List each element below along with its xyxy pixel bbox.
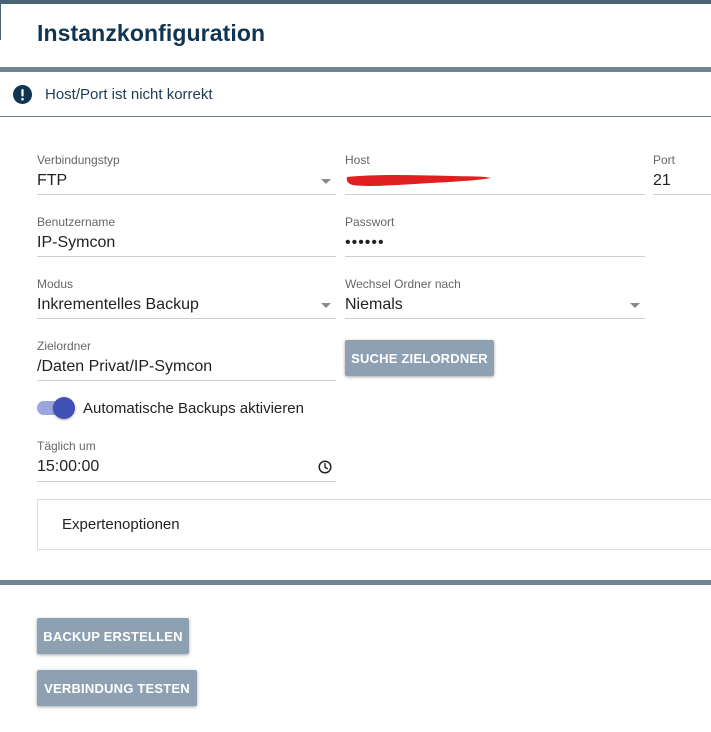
passwort-value: ••••••	[345, 234, 385, 251]
clock-icon[interactable]	[318, 460, 332, 474]
taeglich-value: 15:00:00	[37, 458, 100, 475]
expertenoptionen-panel[interactable]: Expertenoptionen	[37, 499, 711, 550]
benutzername-field[interactable]: Benutzername IP-Symcon	[37, 215, 336, 257]
alert-divider	[0, 116, 711, 117]
chevron-down-icon	[321, 303, 331, 308]
redaction-mark	[346, 175, 491, 186]
taeglich-label: Täglich um	[37, 439, 96, 453]
verbindungstyp-value: FTP	[37, 172, 68, 189]
passwort-label: Passwort	[345, 215, 395, 229]
verbindung-testen-button[interactable]: VERBINDUNG TESTEN	[37, 670, 197, 706]
verbindungstyp-label: Verbindungstyp	[37, 153, 120, 167]
host-label: Host	[345, 153, 370, 167]
wechsel-ordner-select[interactable]: Wechsel Ordner nach Niemals	[345, 277, 645, 319]
port-value: 21	[653, 172, 671, 189]
toggle-knob[interactable]	[53, 397, 75, 419]
chevron-down-icon	[321, 179, 331, 184]
benutzername-label: Benutzername	[37, 215, 116, 229]
top-border	[0, 0, 711, 4]
chevron-down-icon	[630, 303, 640, 308]
backup-erstellen-button[interactable]: BACKUP ERSTELLEN	[37, 618, 189, 654]
benutzername-value: IP-Symcon	[37, 234, 116, 251]
exclamation-icon	[13, 85, 32, 104]
alert-message: Host/Port ist nicht korrekt	[45, 86, 213, 103]
header-divider	[0, 67, 711, 72]
port-label: Port	[653, 153, 676, 167]
wechsel-value: Niemals	[345, 296, 403, 313]
port-field[interactable]: Port 21	[653, 153, 711, 195]
modus-value: Inkrementelles Backup	[37, 296, 199, 313]
zielordner-label: Zielordner	[37, 339, 92, 353]
auto-backup-label: Automatische Backups aktivieren	[83, 400, 304, 417]
actions-divider	[0, 580, 711, 585]
modus-label: Modus	[37, 277, 74, 291]
taeglich-time-field[interactable]: Täglich um 15:00:00	[37, 439, 336, 482]
passwort-field[interactable]: Passwort ••••••	[345, 215, 645, 257]
page-title: Instanzkonfiguration	[37, 20, 266, 46]
left-border	[0, 0, 1, 40]
verbindungstyp-select[interactable]: Verbindungstyp FTP	[37, 153, 336, 195]
zielordner-field[interactable]: Zielordner /Daten Privat/IP-Symcon	[37, 339, 336, 381]
suche-zielordner-button[interactable]: SUCHE ZIELORDNER	[345, 340, 494, 376]
modus-select[interactable]: Modus Inkrementelles Backup	[37, 277, 336, 319]
expertenoptionen-label: Expertenoptionen	[62, 516, 180, 533]
wechsel-label: Wechsel Ordner nach	[345, 277, 461, 291]
zielordner-value: /Daten Privat/IP-Symcon	[37, 358, 213, 375]
